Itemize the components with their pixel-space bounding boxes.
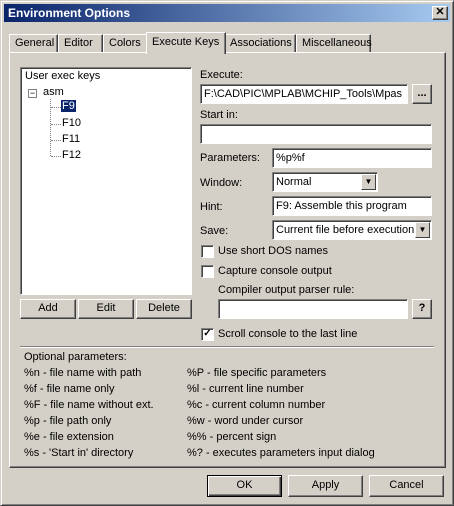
start-in-field[interactable] [200,124,432,144]
browse-button[interactable]: ... [412,84,432,104]
param-left: %n - file name with path [24,367,142,379]
start-in-label: Start in: [200,109,238,121]
param-right: %? - executes parameters input dialog [187,447,375,459]
tab-editor[interactable]: Editor [58,34,103,52]
cancel-label: Cancel [389,479,424,491]
check-icon: ✓ [203,328,212,339]
tree-item-f9[interactable]: F9 [60,99,77,113]
close-icon: ✕ [435,6,445,18]
param-left: %F - file name without ext. [24,399,154,411]
scroll-console-label: Scroll console to the last line [218,328,358,340]
ok-button[interactable]: OK [207,475,282,497]
collapse-icon[interactable]: − [28,89,37,98]
tree-connector [51,107,61,108]
environment-options-dialog: Environment Options ✕ General Editor Col… [0,0,454,506]
tree-item-f12[interactable]: F12 [62,149,81,161]
short-dos-checkbox[interactable] [201,245,214,258]
param-right: %w - word under cursor [187,415,304,427]
apply-button[interactable]: Apply [288,475,363,497]
param-right: %% - percent sign [187,431,277,443]
arrow-glyph: ▼ [418,225,427,234]
tab-label: General [15,37,55,49]
optional-params-header: Optional parameters: [24,351,127,363]
delete-button[interactable]: Delete [136,299,192,319]
close-button[interactable]: ✕ [432,6,448,20]
parser-rule-field[interactable] [218,299,408,319]
tree-connector [51,140,61,141]
edit-button[interactable]: Edit [78,299,134,319]
tab-label: Colors [109,37,141,49]
tab-colors[interactable]: Colors [103,34,148,52]
capture-output-label: Capture console output [218,265,332,277]
title-bar: Environment Options ✕ [4,4,450,22]
ok-label: OK [236,479,253,491]
tab-label: Associations [230,37,292,49]
tab-general[interactable]: General [9,34,58,52]
param-left: %p - file path only [24,415,112,427]
edit-button-label: Edit [96,302,116,314]
tab-label: Editor [64,37,93,49]
capture-output-checkbox[interactable] [201,265,214,278]
parser-help-button[interactable]: ? [412,299,432,319]
tab-label: Miscellaneous [302,37,372,49]
param-left: %e - file extension [24,431,114,443]
tree-item-f10[interactable]: F10 [62,117,81,129]
window-select-value: Normal [276,176,312,188]
tab-execute-keys[interactable]: Execute Keys [146,32,226,54]
help-icon: ? [418,302,426,314]
scroll-console-checkbox[interactable]: ✓ [201,328,214,341]
save-label: Save: [200,225,229,237]
save-select[interactable]: Current file before execution ▼ [272,220,432,240]
param-right: %l - current line number [187,383,304,395]
parameters-label: Parameters: [200,152,260,164]
hint-field[interactable]: F9: Assemble this program [272,196,432,216]
arrow-glyph: ▼ [364,177,373,186]
tree-item-f11[interactable]: F11 [62,133,80,145]
tree-connector [51,124,61,125]
param-left: %f - file name only [24,383,115,395]
execute-label: Execute: [200,69,243,81]
divider [20,346,434,348]
tree-root-label: User exec keys [25,70,101,82]
window-label: Window: [200,177,243,189]
apply-label: Apply [311,479,340,491]
parameters-field[interactable]: %p%f [272,148,432,168]
tree-connector [51,156,61,157]
tab-associations[interactable]: Associations [224,34,296,52]
chevron-down-icon[interactable]: ▼ [415,222,430,238]
short-dos-label: Use short DOS names [218,245,329,257]
collapse-glyph: − [29,88,36,98]
window-title: Environment Options [8,6,131,20]
add-button[interactable]: Add [20,299,76,319]
cancel-button[interactable]: Cancel [369,475,444,497]
add-button-label: Add [38,302,58,314]
param-left: %s - 'Start in' directory [24,447,134,459]
execute-field[interactable]: F:\CAD\PIC\MPLAB\MCHIP_Tools\Mpas [200,84,408,104]
chevron-down-icon[interactable]: ▼ [361,174,376,190]
param-right: %c - current column number [187,399,326,411]
browse-label: ... [417,87,427,99]
tab-miscellaneous[interactable]: Miscellaneous [296,34,372,52]
delete-button-label: Delete [148,302,180,314]
window-select[interactable]: Normal ▼ [272,172,378,192]
save-select-value: Current file before execution [276,224,415,236]
hint-label: Hint: [200,201,223,213]
tab-label: Execute Keys [152,36,220,48]
param-right: %P - file specific parameters [187,367,327,379]
exec-keys-tree[interactable]: User exec keys − asm F9 F10 F11 F12 [20,67,192,295]
parser-rule-label: Compiler output parser rule: [218,284,355,296]
tree-node-asm[interactable]: asm [43,86,64,98]
